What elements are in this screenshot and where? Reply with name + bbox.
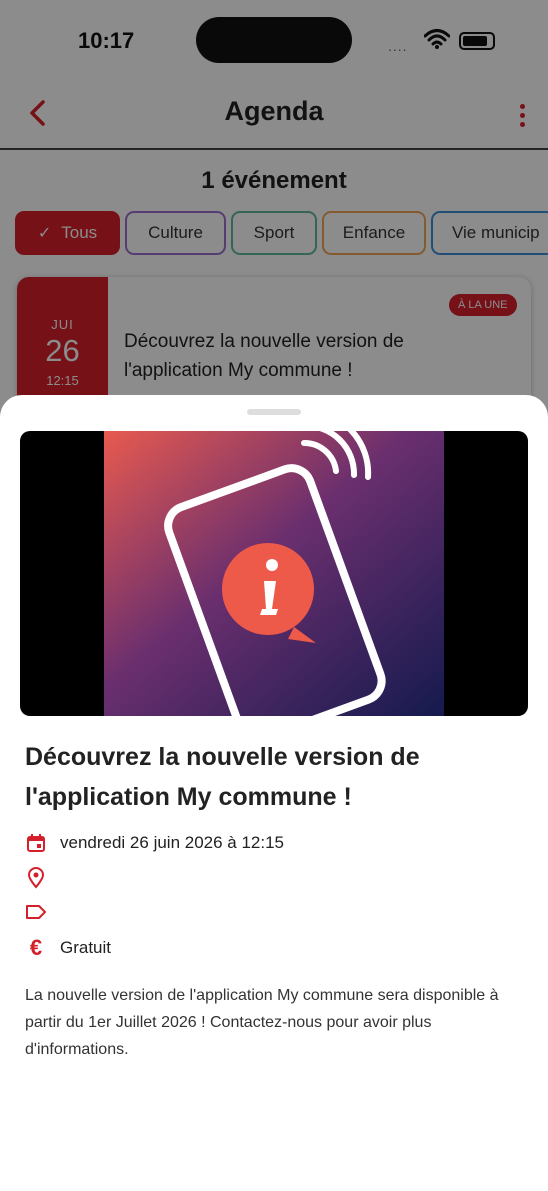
sheet-drag-handle[interactable] bbox=[247, 409, 301, 415]
event-detail-title: Découvrez la nouvelle version de l'appli… bbox=[25, 743, 420, 811]
tag-icon bbox=[25, 901, 47, 923]
event-detail-sheet: Découvrez la nouvelle version de l'appli… bbox=[0, 395, 548, 1191]
event-location-row bbox=[25, 864, 60, 892]
calendar-icon bbox=[25, 832, 47, 854]
event-date-row: vendredi 26 juin 2026 à 12:15 bbox=[25, 829, 284, 857]
location-pin-icon bbox=[25, 867, 47, 889]
event-category-row bbox=[25, 898, 60, 926]
event-price-text: Gratuit bbox=[60, 938, 112, 957]
euro-icon: € bbox=[29, 935, 43, 960]
info-bubble-phone-illustration bbox=[104, 431, 444, 716]
event-price-row: € Gratuit bbox=[25, 934, 111, 962]
event-date-text: vendredi 26 juin 2026 à 12:15 bbox=[60, 833, 285, 852]
event-image bbox=[20, 431, 528, 716]
event-description: La nouvelle version de l'application My … bbox=[25, 987, 499, 1058]
